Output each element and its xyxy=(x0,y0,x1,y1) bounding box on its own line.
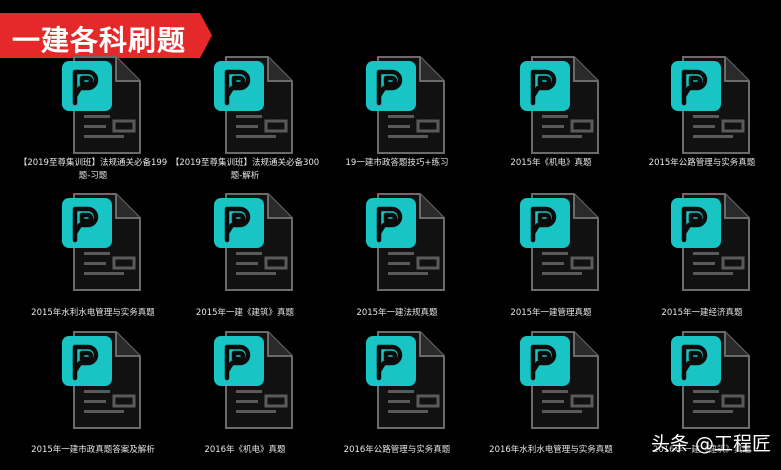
file-name[interactable]: 2015年一建法规真题 xyxy=(321,307,473,320)
file-thumbnail[interactable] xyxy=(44,330,142,430)
wps-pdf-file-icon xyxy=(366,56,445,154)
file-name[interactable]: 2015年一建《建筑》真题 xyxy=(169,307,321,320)
file-thumbnail[interactable] xyxy=(653,192,751,292)
wps-pdf-file-icon xyxy=(520,331,599,429)
file-name[interactable]: 19一建市政答题技巧+练习 xyxy=(321,157,473,170)
file-thumbnail[interactable] xyxy=(44,192,142,292)
file-thumbnail[interactable] xyxy=(653,55,751,155)
file-name[interactable]: 2016年公路管理与实务真题 xyxy=(321,444,473,457)
file-thumbnail[interactable] xyxy=(502,55,600,155)
wps-pdf-file-icon xyxy=(62,56,141,154)
file-thumbnail[interactable] xyxy=(502,192,600,292)
file-thumbnail[interactable] xyxy=(653,330,751,430)
file-name[interactable]: 2015年公路管理与实务真题 xyxy=(626,157,778,170)
file-name[interactable]: 【2019至尊集训班】法规通关必备199题-习题 xyxy=(17,157,169,183)
wps-pdf-file-icon xyxy=(214,331,293,429)
file-name[interactable]: 2016年《机电》真题 xyxy=(169,444,321,457)
file-thumbnail[interactable] xyxy=(348,192,446,292)
file-name[interactable]: 2015年《机电》真题 xyxy=(475,157,627,170)
file-name[interactable]: 2015年一建经济真题 xyxy=(626,307,778,320)
file-thumbnail[interactable] xyxy=(196,55,294,155)
wps-pdf-file-icon xyxy=(671,193,750,291)
wps-pdf-file-icon xyxy=(671,331,750,429)
file-thumbnail[interactable] xyxy=(196,192,294,292)
wps-pdf-file-icon xyxy=(214,193,293,291)
file-name[interactable]: 2015年一建市政真题答案及解析 xyxy=(17,444,169,457)
wps-pdf-file-icon xyxy=(62,193,141,291)
wps-pdf-file-icon xyxy=(520,193,599,291)
wps-pdf-file-icon xyxy=(62,331,141,429)
wps-pdf-file-icon xyxy=(366,331,445,429)
wps-pdf-file-icon xyxy=(671,56,750,154)
wps-pdf-file-icon xyxy=(366,193,445,291)
watermark: 头条 @工程匠 xyxy=(650,433,771,455)
wps-pdf-file-icon xyxy=(214,56,293,154)
file-grid: 【2019至尊集训班】法规通关必备199题-习题 【2019至尊集训班】法规通关必… xyxy=(0,0,781,470)
file-name[interactable]: 2016年水利水电管理与实务真题 xyxy=(475,444,627,457)
file-thumbnail[interactable] xyxy=(196,330,294,430)
file-thumbnail[interactable] xyxy=(44,55,142,155)
file-thumbnail[interactable] xyxy=(348,330,446,430)
file-name[interactable]: 2015年一建管理真题 xyxy=(475,307,627,320)
file-thumbnail[interactable] xyxy=(348,55,446,155)
wps-pdf-file-icon xyxy=(520,56,599,154)
file-name[interactable]: 2015年水利水电管理与实务真题 xyxy=(17,307,169,320)
file-name[interactable]: 【2019至尊集训班】法规通关必备300题-解析 xyxy=(169,157,321,183)
file-thumbnail[interactable] xyxy=(502,330,600,430)
